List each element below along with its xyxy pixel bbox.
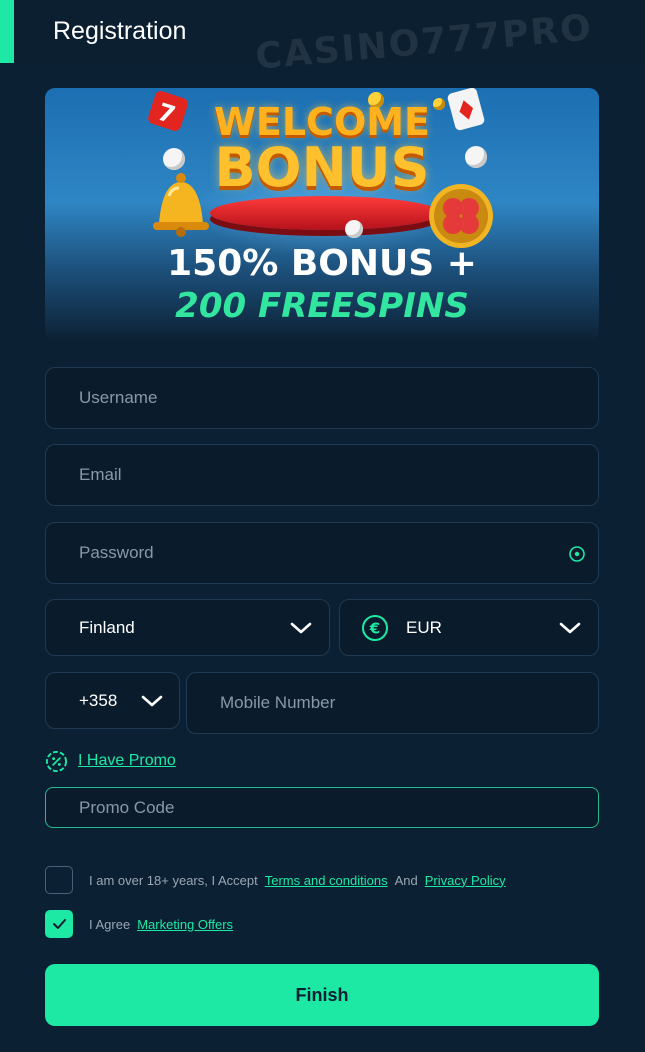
coin-icon (345, 220, 363, 238)
username-field[interactable]: Username (45, 367, 599, 429)
chevron-down-icon (290, 622, 312, 633)
chevron-down-icon (559, 622, 581, 633)
promo-code-field[interactable]: Promo Code (45, 787, 599, 828)
banner-pedestal (210, 196, 440, 230)
have-promo-toggle[interactable]: I Have Promo (45, 749, 176, 773)
banner-headline-main: BONUS (214, 136, 430, 199)
chevron-down-icon (141, 695, 163, 706)
marketing-row: I Agree Marketing Offers (45, 910, 240, 938)
mobile-number-field[interactable]: Mobile Number (186, 672, 599, 734)
marketing-offers-link[interactable]: Marketing Offers (137, 917, 233, 932)
check-icon (53, 919, 66, 929)
country-value: Finland (79, 617, 135, 637)
euro-circle-icon: € (362, 615, 388, 641)
email-placeholder: Email (79, 465, 122, 484)
percent-badge-icon (45, 750, 68, 772)
marketing-text: I Agree (89, 916, 131, 932)
welcome-bonus-banner: 7 WELCOME BONUS 150% BONUS + 200 FREESPI… (45, 88, 599, 342)
phone-code-value: +358 (79, 690, 118, 710)
currency-value: EUR (406, 617, 442, 637)
privacy-link[interactable]: Privacy Policy (425, 873, 506, 888)
and-text: And (394, 872, 418, 888)
phone-code-select[interactable]: +358 (45, 672, 180, 729)
banner-offer-line2: 200 FREESPINS (175, 286, 469, 326)
eye-icon[interactable] (568, 545, 586, 563)
banner-offer-line1: 150% BONUS + (167, 243, 477, 284)
page-title: Registration (53, 17, 187, 45)
age-terms-row: I am over 18+ years, I Accept Terms and … (45, 866, 513, 894)
email-field[interactable]: Email (45, 444, 599, 506)
have-promo-label[interactable]: I Have Promo (78, 752, 176, 770)
password-placeholder: Password (79, 543, 154, 562)
age-terms-checkbox[interactable] (45, 866, 73, 894)
mobile-number-placeholder: Mobile Number (220, 693, 336, 712)
country-select[interactable]: Finland (45, 599, 330, 656)
finish-button[interactable]: Finish (45, 964, 599, 1026)
username-placeholder: Username (79, 388, 158, 407)
promo-code-placeholder: Promo Code (79, 797, 175, 817)
marketing-checkbox[interactable] (45, 910, 73, 938)
password-field[interactable]: Password (45, 522, 599, 584)
currency-select[interactable]: € EUR (339, 599, 599, 656)
currency-symbol: € (369, 620, 380, 638)
header-accent-bar (0, 0, 14, 63)
terms-link[interactable]: Terms and conditions (265, 873, 388, 888)
age-terms-text: I am over 18+ years, I Accept (89, 872, 258, 888)
